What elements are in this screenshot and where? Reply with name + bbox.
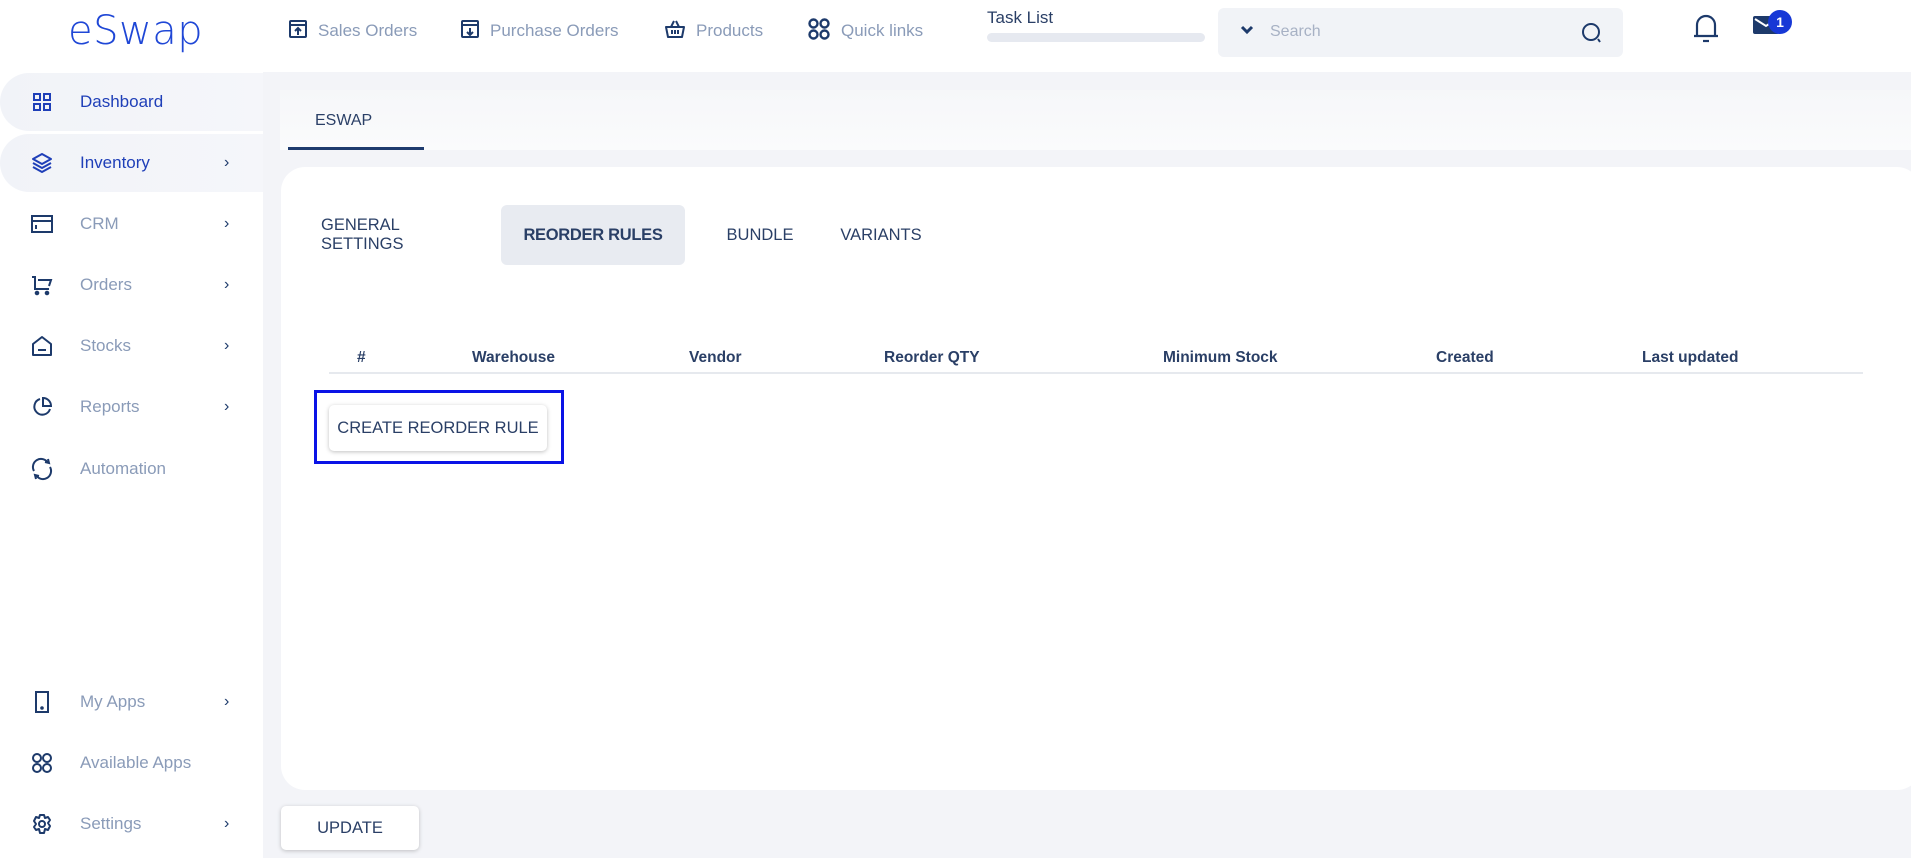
reorder-rules-card: GENERAL SETTINGS REORDER RULES BUNDLE VA… bbox=[281, 167, 1911, 790]
search-box bbox=[1218, 8, 1623, 57]
tab-variants[interactable]: VARIANTS bbox=[831, 205, 931, 265]
sidebar-item-crm[interactable]: CRM › bbox=[0, 195, 263, 253]
header-link-purchase-orders[interactable]: Purchase Orders bbox=[460, 18, 619, 44]
chevron-right-icon: › bbox=[224, 154, 230, 171]
tab-general-settings[interactable]: GENERAL SETTINGS bbox=[321, 205, 461, 265]
sidebar-item-label: Stocks bbox=[80, 336, 132, 355]
chevron-right-icon: › bbox=[224, 815, 230, 832]
column-header-number: # bbox=[357, 349, 366, 366]
header-link-sales-orders[interactable]: Sales Orders bbox=[288, 18, 417, 44]
pie-chart-icon bbox=[30, 395, 54, 419]
dashboard-grid-icon bbox=[30, 90, 54, 114]
chevron-right-icon: › bbox=[224, 337, 230, 354]
top-header: Sales Orders Purchase Orders Products Qu… bbox=[263, 0, 1911, 72]
header-link-label: Purchase Orders bbox=[490, 21, 619, 40]
sidebar-item-label: CRM bbox=[80, 214, 119, 233]
sidebar-item-label: Dashboard bbox=[80, 92, 164, 111]
header-link-label: Sales Orders bbox=[318, 21, 418, 40]
sidebar-item-automation[interactable]: Automation bbox=[0, 440, 263, 498]
chevron-right-icon: › bbox=[224, 398, 230, 415]
box-upload-icon bbox=[288, 19, 308, 44]
gear-icon bbox=[30, 812, 54, 836]
task-list[interactable]: Task List bbox=[987, 8, 1205, 42]
bell-icon[interactable] bbox=[1691, 12, 1721, 49]
task-list-label: Task List bbox=[987, 8, 1054, 27]
sidebar-item-settings[interactable]: Settings › bbox=[0, 795, 263, 853]
task-list-progress-bar bbox=[987, 33, 1205, 42]
sidebar-item-label: My Apps bbox=[80, 692, 146, 711]
box-download-icon bbox=[460, 19, 480, 44]
sidebar-item-label: Available Apps bbox=[80, 753, 192, 772]
tab-reorder-rules[interactable]: REORDER RULES bbox=[501, 205, 685, 265]
eswap-logo[interactable]: eSwap bbox=[68, 8, 203, 54]
column-header-vendor: Vendor bbox=[689, 349, 742, 366]
sidebar-item-inventory[interactable]: Inventory › bbox=[0, 134, 263, 192]
apps-icon bbox=[30, 751, 54, 775]
app-root: eSwap Dashboard Inventory › CRM › Orders… bbox=[0, 0, 1911, 858]
sidebar-item-label: Orders bbox=[80, 275, 132, 294]
tablet-icon bbox=[30, 690, 54, 714]
chevron-down-icon[interactable] bbox=[1240, 23, 1254, 42]
table-header: # Warehouse Vendor Reorder QTY Minimum S… bbox=[329, 345, 1863, 374]
sidebar-item-label: Settings bbox=[80, 814, 142, 833]
company-tab-strip: ESWAP bbox=[280, 90, 1911, 150]
sidebar-item-stocks[interactable]: Stocks › bbox=[0, 317, 263, 375]
chevron-right-icon: › bbox=[224, 693, 230, 710]
layers-icon bbox=[30, 151, 54, 175]
search-input[interactable] bbox=[1270, 20, 1570, 44]
header-link-products[interactable]: Products bbox=[664, 18, 763, 44]
update-button[interactable]: UPDATE bbox=[281, 806, 419, 850]
column-header-reorder-qty: Reorder QTY bbox=[884, 349, 980, 366]
column-header-warehouse: Warehouse bbox=[472, 349, 555, 366]
chevron-right-icon: › bbox=[224, 215, 230, 232]
cart-icon bbox=[30, 273, 54, 297]
basket-icon bbox=[664, 19, 686, 44]
browser-window-icon bbox=[30, 212, 54, 236]
sidebar-item-orders[interactable]: Orders › bbox=[0, 256, 263, 314]
tab-label: ESWAP bbox=[315, 112, 373, 129]
warehouse-icon bbox=[30, 334, 54, 358]
column-header-minimum-stock: Minimum Stock bbox=[1163, 349, 1278, 366]
tab-eswap[interactable]: ESWAP bbox=[288, 90, 424, 150]
sidebar-item-label: Automation bbox=[80, 459, 166, 478]
chevron-right-icon: › bbox=[224, 276, 230, 293]
sidebar-item-label: Reports bbox=[80, 397, 140, 416]
sidebar-item-dashboard[interactable]: Dashboard bbox=[0, 73, 263, 131]
sidebar-item-available-apps[interactable]: Available Apps bbox=[0, 734, 263, 792]
tab-bundle[interactable]: BUNDLE bbox=[721, 205, 799, 265]
quick-links-icon bbox=[807, 17, 831, 46]
mail-count-badge: 1 bbox=[1768, 10, 1792, 34]
column-header-created: Created bbox=[1436, 349, 1494, 366]
header-link-label: Products bbox=[696, 21, 764, 40]
header-link-quick-links[interactable]: Quick links bbox=[807, 17, 924, 46]
search-icon[interactable] bbox=[1580, 21, 1604, 50]
sidebar-item-reports[interactable]: Reports › bbox=[0, 378, 263, 436]
create-reorder-rule-button[interactable]: CREATE REORDER RULE bbox=[329, 405, 547, 451]
header-link-label: Quick links bbox=[841, 21, 924, 40]
sidebar-item-my-apps[interactable]: My Apps › bbox=[0, 673, 263, 731]
sidebar-item-label: Inventory bbox=[80, 153, 150, 172]
sidebar: eSwap Dashboard Inventory › CRM › Orders… bbox=[0, 0, 263, 858]
column-header-last-updated: Last updated bbox=[1642, 349, 1739, 366]
sync-icon bbox=[30, 457, 54, 481]
active-tab-underline bbox=[288, 147, 424, 150]
